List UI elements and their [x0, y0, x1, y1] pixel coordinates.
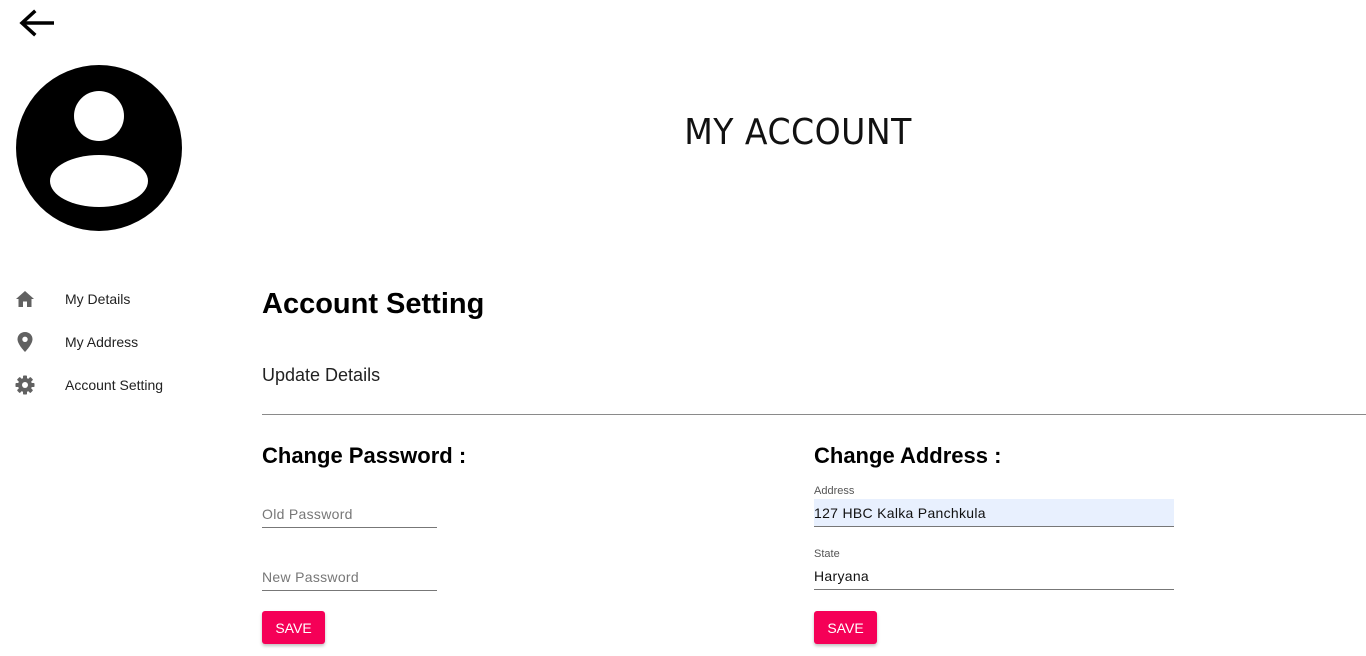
save-password-button[interactable]: SAVE — [262, 611, 325, 644]
gear-icon — [14, 374, 36, 396]
avatar — [16, 65, 182, 231]
back-arrow-icon[interactable] — [14, 8, 60, 38]
sidebar-item-my-address[interactable]: My Address — [14, 327, 214, 357]
divider — [262, 414, 1366, 415]
sidebar-item-label: Account Setting — [65, 377, 164, 393]
sidebar-item-label: My Address — [65, 334, 139, 350]
address-label: Address — [814, 485, 855, 497]
state-label: State — [814, 548, 840, 560]
new-password-field — [262, 563, 437, 591]
section-title: Account Setting — [262, 288, 485, 320]
state-field: State — [814, 548, 1174, 590]
page-title: MY ACCOUNT — [684, 112, 912, 153]
home-icon — [14, 288, 36, 310]
state-input[interactable] — [814, 562, 1174, 590]
sidebar-item-my-details[interactable]: My Details — [14, 284, 214, 314]
old-password-input[interactable] — [262, 500, 437, 528]
change-password-heading: Change Password : — [262, 443, 467, 468]
old-password-field — [262, 500, 437, 528]
sidebar-item-label: My Details — [65, 291, 131, 307]
update-details-heading: Update Details — [262, 365, 381, 385]
account-circle-icon — [16, 65, 182, 231]
location-pin-icon — [14, 331, 36, 353]
change-address-heading: Change Address : — [814, 443, 1002, 468]
address-input[interactable] — [814, 499, 1174, 527]
address-field: Address — [814, 485, 1174, 527]
sidebar-item-account-setting[interactable]: Account Setting — [14, 370, 214, 400]
save-address-button[interactable]: SAVE — [814, 611, 877, 644]
new-password-input[interactable] — [262, 563, 437, 591]
